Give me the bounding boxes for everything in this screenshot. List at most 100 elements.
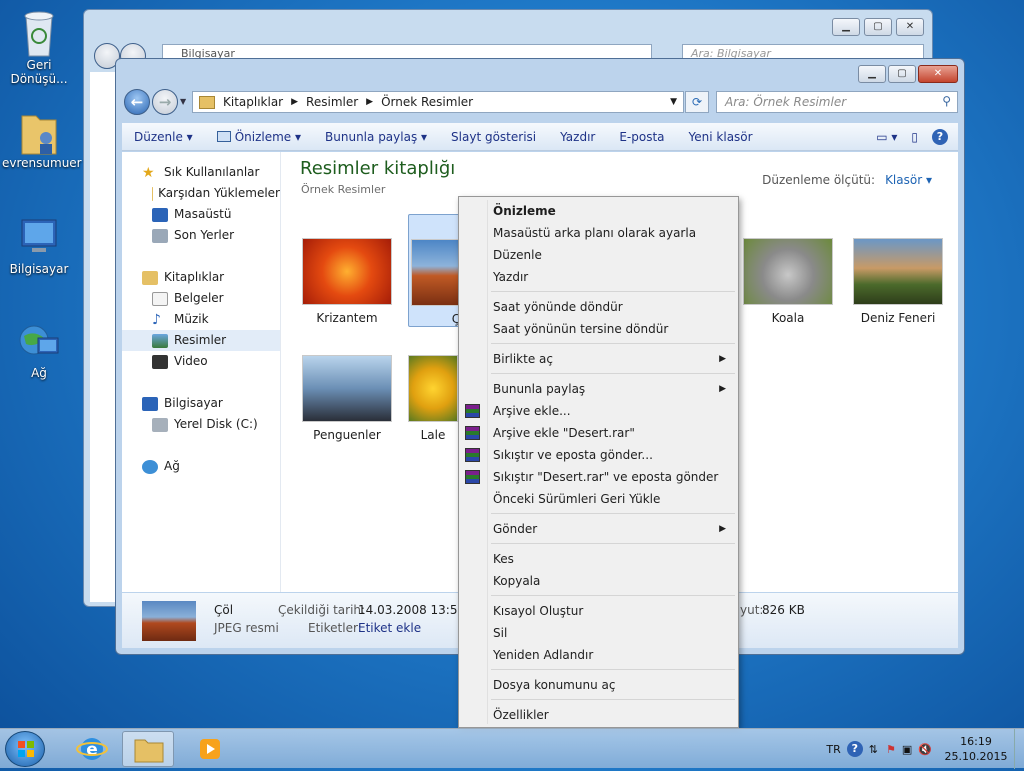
menu-item-restore-previous-versions[interactable]: Önceki Sürümleri Geri Yükle <box>459 488 738 510</box>
menu-item-edit[interactable]: Düzenle <box>459 244 738 266</box>
menu-item-rename[interactable]: Yeniden Adlandır <box>459 644 738 666</box>
menu-item-rotate-counterclockwise[interactable]: Saat yönünün tersine döndür <box>459 318 738 340</box>
menu-item-send-to[interactable]: Gönder▶ <box>459 518 738 540</box>
clock[interactable]: 16:19 25.10.2015 <box>938 734 1014 764</box>
chevron-right-icon[interactable]: ▶ <box>291 97 298 107</box>
menu-item-add-to-desert-rar[interactable]: Arşive ekle "Desert.rar" <box>459 422 738 444</box>
libraries-icon <box>142 271 158 285</box>
menu-item-cut[interactable]: Kes <box>459 548 738 570</box>
thumbnail-item[interactable]: Lale <box>408 355 458 442</box>
tags-value[interactable]: Etiket ekle <box>358 621 421 635</box>
sidebar-item-recent[interactable]: Son Yerler <box>122 225 280 246</box>
maximize-button[interactable]: ▢ <box>888 65 916 83</box>
close-button[interactable]: ✕ <box>896 18 924 36</box>
menu-item-set-desktop-background[interactable]: Masaüstü arka planı olarak ayarla <box>459 222 738 244</box>
desktop-icon <box>152 208 168 222</box>
change-view-icon[interactable]: ▭ ▾ <box>876 130 897 144</box>
help-icon[interactable]: ? <box>932 129 948 145</box>
sidebar-item-pictures[interactable]: Resimler <box>122 330 280 351</box>
show-hidden-icons-icon[interactable]: ⇅ <box>869 743 878 756</box>
sidebar-item-network[interactable]: Ağ <box>122 456 280 477</box>
sidebar-item-video[interactable]: Video <box>122 351 280 372</box>
breadcrumb-sample-pictures[interactable]: Örnek Resimler <box>381 95 473 109</box>
submenu-arrow-icon: ▶ <box>719 348 726 370</box>
menu-item-properties[interactable]: Özellikler <box>459 704 738 726</box>
network-status-icon[interactable]: ▣ <box>902 743 912 756</box>
taskbar-windows-explorer[interactable] <box>122 731 174 767</box>
language-indicator[interactable]: TR <box>826 743 840 756</box>
recent-pages-dropdown-icon[interactable]: ▼ <box>180 97 186 106</box>
thumbnail-item[interactable]: Koala <box>740 238 836 325</box>
forward-button[interactable]: → <box>152 89 178 115</box>
chevron-right-icon[interactable]: ▶ <box>366 97 373 107</box>
minimize-button[interactable]: ▁ <box>858 65 886 83</box>
thumbnail-image <box>408 355 458 422</box>
slideshow-button[interactable]: Slayt gösterisi <box>439 130 548 144</box>
date-value: 14.03.2008 13:59 <box>358 603 465 617</box>
preview-pane-icon[interactable]: ▯ <box>911 130 918 144</box>
menu-item-create-shortcut[interactable]: Kısayol Oluştur <box>459 600 738 622</box>
sidebar-item-computer[interactable]: Bilgisayar <box>122 393 280 414</box>
menu-item-rotate-clockwise[interactable]: Saat yönünde döndür <box>459 296 738 318</box>
desktop-icon-user-folder[interactable]: evrensumuer <box>2 110 76 170</box>
maximize-button[interactable]: ▢ <box>864 18 892 36</box>
menu-item-add-to-archive[interactable]: Arşive ekle... <box>459 400 738 422</box>
show-desktop-button[interactable] <box>1014 729 1024 769</box>
menu-item-preview[interactable]: Önizleme <box>459 200 738 222</box>
breadcrumb-libraries[interactable]: Kitaplıklar <box>223 95 283 109</box>
clock-date: 25.10.2015 <box>938 749 1014 764</box>
start-button[interactable] <box>5 731 45 767</box>
menu-item-open-with[interactable]: Birlikte aç▶ <box>459 348 738 370</box>
clock-time: 16:19 <box>938 734 1014 749</box>
help-icon[interactable]: ? <box>847 741 863 757</box>
sidebar-item-music[interactable]: ♪Müzik <box>122 309 280 330</box>
menu-item-delete[interactable]: Sil <box>459 622 738 644</box>
sidebar-item-documents[interactable]: Belgeler <box>122 288 280 309</box>
menu-item-compress-and-email[interactable]: Sıkıştır ve eposta gönder... <box>459 444 738 466</box>
breadcrumb-pictures[interactable]: Resimler <box>306 95 358 109</box>
thumbnail-item[interactable]: Krizantem <box>299 238 395 325</box>
arrange-by-dropdown[interactable]: Klasör ▾ <box>885 173 932 187</box>
action-center-flag-icon[interactable]: ⚑ <box>886 743 896 756</box>
sidebar-item-desktop[interactable]: Masaüstü <box>122 204 280 225</box>
sidebar-item-favorites[interactable]: ★Sık Kullanılanlar <box>122 162 280 183</box>
search-icon[interactable]: ⚲ <box>942 94 951 108</box>
sidebar-item-libraries[interactable]: Kitaplıklar <box>122 267 280 288</box>
user-folder-icon <box>18 110 60 152</box>
close-button[interactable]: ✕ <box>918 65 958 83</box>
refresh-button[interactable]: ⟳ <box>685 91 709 113</box>
taskbar-internet-explorer[interactable]: e <box>66 731 118 767</box>
taskbar-media-player[interactable] <box>184 731 236 767</box>
computer-icon <box>142 397 158 411</box>
menu-item-share-with[interactable]: Bununla paylaş▶ <box>459 378 738 400</box>
file-type: JPEG resmi <box>214 621 279 635</box>
search-input[interactable]: Ara: Örnek Resimler ⚲ <box>716 91 958 113</box>
minimize-button[interactable]: ▁ <box>832 18 860 36</box>
chevron-down-icon[interactable]: ▼ <box>670 97 677 107</box>
windows-logo-icon <box>6 732 46 768</box>
menu-item-compress-desert-rar-and-email[interactable]: Sıkıştır "Desert.rar" ve eposta gönder <box>459 466 738 488</box>
volume-muted-icon[interactable]: 🔇 <box>918 743 932 756</box>
folder-icon <box>199 96 215 109</box>
back-button[interactable]: ← <box>124 89 150 115</box>
email-button[interactable]: E-posta <box>607 130 676 144</box>
taskbar: e TR ? ⇅ ⚑ ▣ 🔇 16:19 25.10.2015 <box>0 728 1024 768</box>
submenu-arrow-icon: ▶ <box>719 378 726 400</box>
recent-places-icon <box>152 229 168 243</box>
preview-button[interactable]: Önizleme ▾ <box>205 130 313 144</box>
share-button[interactable]: Bununla paylaş ▾ <box>313 130 439 144</box>
desktop-icon-computer[interactable]: Bilgisayar <box>2 216 76 276</box>
sidebar-item-downloads[interactable]: Karşıdan Yüklemeler <box>122 183 280 204</box>
address-bar[interactable]: Kitaplıklar ▶ Resimler ▶ Örnek Resimler … <box>192 91 684 113</box>
thumbnail-item[interactable]: Deniz Feneri <box>850 238 946 325</box>
menu-item-open-file-location[interactable]: Dosya konumunu aç <box>459 674 738 696</box>
thumbnail-item[interactable]: Penguenler <box>299 355 395 442</box>
menu-item-print[interactable]: Yazdır <box>459 266 738 288</box>
menu-item-copy[interactable]: Kopyala <box>459 570 738 592</box>
new-folder-button[interactable]: Yeni klasör <box>677 130 765 144</box>
desktop-icon-network[interactable]: Ağ <box>2 320 76 380</box>
organize-button[interactable]: Düzenle ▾ <box>122 130 205 144</box>
print-button[interactable]: Yazdır <box>548 130 607 144</box>
desktop-icon-recycle-bin[interactable]: Geri Dönüşü... <box>2 8 76 86</box>
sidebar-item-local-disk[interactable]: Yerel Disk (C:) <box>122 414 280 435</box>
